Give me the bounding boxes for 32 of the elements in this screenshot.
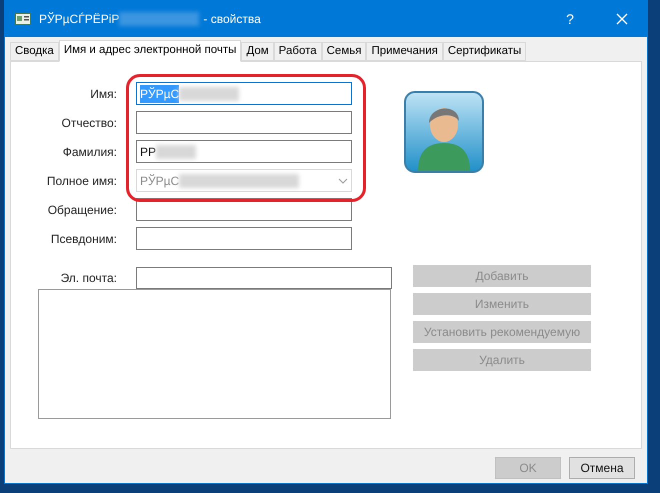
window-title: РЎРµСЃРЁРіР (39, 11, 120, 28)
dialog-button[interactable]: Отмена (569, 457, 635, 479)
field-label: Отчество: (60, 114, 117, 132)
close-icon (616, 13, 628, 25)
field-label: Имя: (89, 86, 117, 102)
help-button[interactable]: ? (555, 8, 585, 30)
field-label: Эл. почта: (60, 270, 117, 286)
blurred-redaction (156, 144, 196, 158)
field-value: РЎРµС (140, 172, 180, 190)
contact-card-icon (15, 13, 31, 25)
text-field[interactable] (136, 227, 352, 250)
field-label: Псевдоним: (50, 230, 117, 248)
tab[interactable]: Семья (322, 42, 366, 61)
email-list-box[interactable] (38, 289, 391, 419)
tab[interactable]: Имя и адрес электронной почты (58, 40, 242, 62)
tab[interactable]: Сертификаты (442, 42, 526, 61)
tab[interactable]: Работа (274, 42, 322, 61)
person-avatar-icon (404, 91, 484, 173)
tab[interactable]: Сводка (10, 42, 59, 61)
field-label: Фамилия: (62, 144, 117, 160)
text-field[interactable] (136, 111, 352, 134)
text-field[interactable]: РР (136, 140, 352, 163)
window-title-suffix: - свойства (203, 11, 261, 28)
tab[interactable]: Дом (241, 42, 274, 61)
field-label: Полное имя: (46, 172, 117, 190)
blurred-redaction (179, 86, 240, 100)
tab[interactable]: Примечания (366, 42, 443, 61)
field-value: РЎРµС (140, 84, 180, 102)
field-label: Обращение: (46, 202, 117, 218)
dropdown-caret-icon (338, 178, 348, 184)
email-input-field[interactable] (136, 266, 392, 288)
field-value: РР (140, 144, 156, 160)
